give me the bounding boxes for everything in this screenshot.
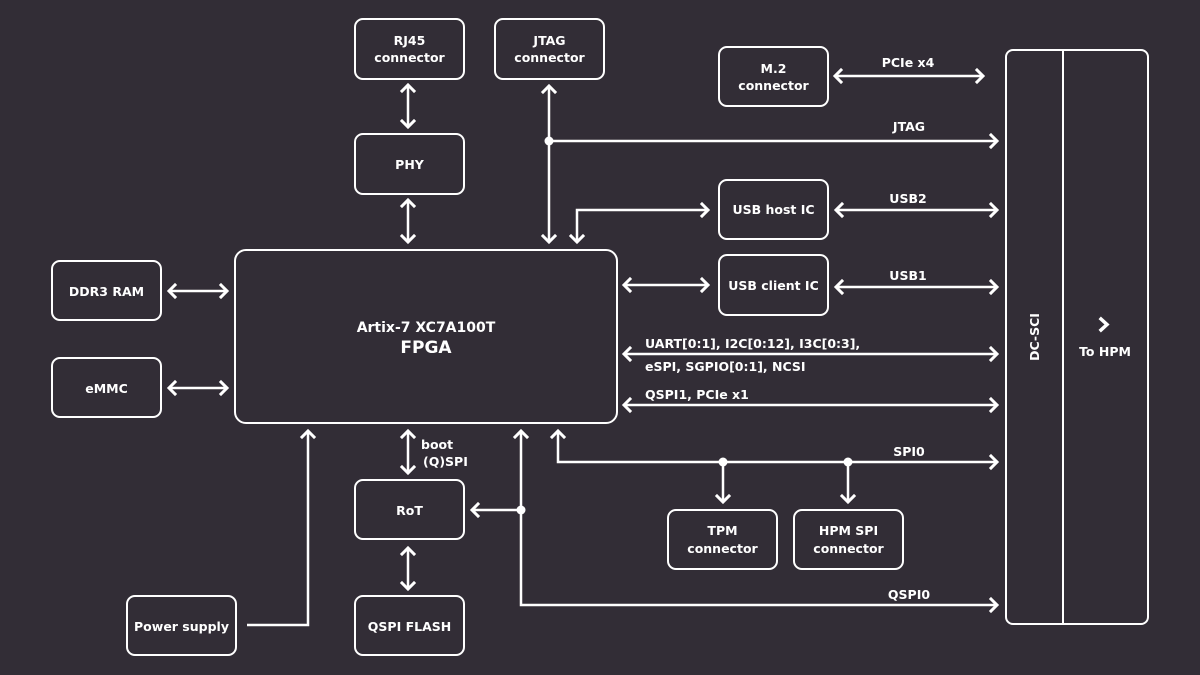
block-diagram: RJ45 connector JTAG connector M.2 connec… xyxy=(51,18,1149,656)
pcie-x4-link: PCIe x4 xyxy=(832,55,986,85)
tpm-label-line2: connector xyxy=(687,541,758,556)
qspi0-label: QSPI0 xyxy=(888,587,930,602)
emmc-label: eMMC xyxy=(85,381,128,396)
power-fpga-link xyxy=(247,428,317,627)
emmc-block: eMMC xyxy=(51,357,162,418)
dc-sci-label: DC-SCI xyxy=(1027,313,1042,361)
misc-bus-link: UART[0:1], I2C[0:12], I3C[0:3], eSPI, SG… xyxy=(621,336,1000,374)
rj45-label-line2: connector xyxy=(374,50,445,65)
power-supply-label: Power supply xyxy=(134,619,229,634)
fpga-label-line1: Artix-7 XC7A100T xyxy=(357,320,496,336)
jtag-signal-label: JTAG xyxy=(892,119,925,134)
fpga-block: Artix-7 XC7A100T FPGA xyxy=(234,249,618,424)
misc-bus-label-line2: eSPI, SGPIO[0:1], NCSI xyxy=(645,359,806,374)
chevron-right-icon xyxy=(1098,316,1110,333)
fpga-usb-client-link xyxy=(621,276,711,294)
dc-sci-block: DC-SCI To HPM xyxy=(1005,49,1149,625)
m2-label-line1: M.2 xyxy=(761,61,787,76)
phy-label: PHY xyxy=(395,157,425,172)
tpm-label-line1: TPM xyxy=(707,523,737,538)
pcie-x4-label: PCIe x4 xyxy=(882,55,935,70)
fpga-usb-host-link xyxy=(568,201,711,245)
power-supply-block: Power supply xyxy=(126,595,237,656)
m2-connector-block: M.2 connector xyxy=(718,46,829,107)
m2-label-line2: connector xyxy=(738,78,809,93)
hpm-spi-label-line2: connector xyxy=(813,541,884,556)
rj45-phy-link xyxy=(399,82,417,130)
tpm-connector-block: TPM connector xyxy=(667,509,778,570)
boot-label-line1: boot xyxy=(421,437,453,452)
usb-host-ic-block: USB host IC xyxy=(718,179,829,240)
ddr3-fpga-link xyxy=(166,282,230,300)
qspi-flash-block: QSPI FLASH xyxy=(354,595,465,656)
usb-client-ic-block: USB client IC xyxy=(718,254,829,316)
spi0-link: SPI0 xyxy=(549,428,1000,505)
qspi-flash-label: QSPI FLASH xyxy=(368,619,451,634)
ddr3-ram-block: DDR3 RAM xyxy=(51,260,162,321)
rot-label: RoT xyxy=(396,503,423,518)
phy-block: PHY xyxy=(354,133,465,195)
rj45-label-line1: RJ45 xyxy=(394,33,426,48)
usb-host-label: USB host IC xyxy=(732,202,814,217)
jtag-connector-label-line1: JTAG xyxy=(532,33,565,48)
misc-bus-label-line1: UART[0:1], I2C[0:12], I3C[0:3], xyxy=(645,336,860,351)
to-hpm-label: To HPM xyxy=(1079,344,1131,359)
jtag-connector-label-line2: connector xyxy=(514,50,585,65)
qspi1-pcie-x1-link: QSPI1, PCIe x1 xyxy=(621,387,1000,414)
qspi1-pcie-x1-label: QSPI1, PCIe x1 xyxy=(645,387,749,402)
emmc-fpga-link xyxy=(166,379,230,397)
rj45-connector-block: RJ45 connector xyxy=(354,18,465,80)
rot-flash-link xyxy=(399,545,417,592)
usb-client-label: USB client IC xyxy=(728,278,819,293)
hpm-spi-connector-block: HPM SPI connector xyxy=(793,509,904,570)
boot-qspi-link: boot (Q)SPI xyxy=(399,428,468,476)
ddr3-label: DDR3 RAM xyxy=(69,284,144,299)
usb1-link: USB1 xyxy=(833,268,1000,296)
usb2-link: USB2 xyxy=(833,191,1000,219)
boot-label-line2: (Q)SPI xyxy=(423,454,468,469)
rot-block: RoT xyxy=(354,479,465,540)
hpm-spi-label-line1: HPM SPI xyxy=(819,523,878,538)
usb2-label: USB2 xyxy=(889,191,926,206)
fpga-label-line2: FPGA xyxy=(400,338,452,358)
jtag-link: JTAG xyxy=(540,83,1000,245)
jtag-connector-block: JTAG connector xyxy=(494,18,605,80)
usb1-label: USB1 xyxy=(889,268,926,283)
phy-fpga-link xyxy=(399,197,417,245)
spi0-label: SPI0 xyxy=(893,444,925,459)
